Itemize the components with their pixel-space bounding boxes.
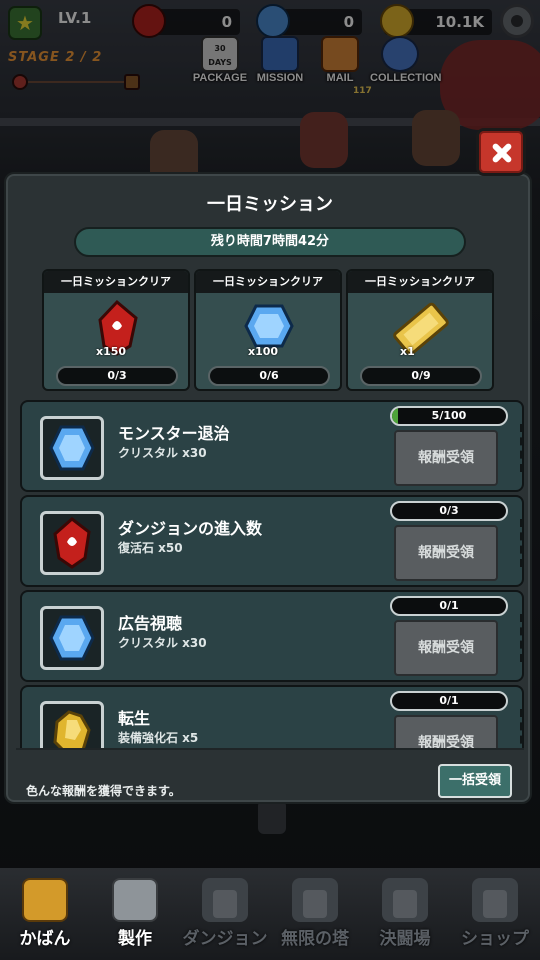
mission-name: モンスター退治 — [118, 424, 230, 443]
bonus-qty: x150 — [96, 345, 127, 358]
lock-icon — [393, 890, 417, 918]
mission-name: 広告視聴 — [118, 614, 183, 633]
mission-progress: 0/3 — [390, 501, 508, 521]
bonus-header: 一日ミッションクリア — [44, 271, 188, 293]
lock-icon — [483, 890, 507, 918]
bag-icon — [22, 878, 68, 922]
claim-reward-button[interactable]: 報酬受領 — [394, 430, 498, 486]
crystal-icon — [49, 425, 95, 471]
mission-reward-slot — [40, 701, 104, 748]
bottom-nav: かばん 製作 ダンジョン 無限の塔 決闘場 ショップ — [0, 866, 540, 960]
nav-craft[interactable]: 製作 — [90, 868, 180, 960]
mission-name: ダンジョンの進入数 — [118, 519, 263, 538]
bonus-header: 一日ミッションクリア — [196, 271, 340, 293]
divider — [16, 748, 524, 750]
bonus-reward-box[interactable]: 一日ミッションクリア x150 0/3 — [42, 269, 190, 391]
mission-reward-slot — [40, 511, 104, 575]
crystal-icon — [49, 615, 95, 661]
mission-progress: 0/1 — [390, 596, 508, 616]
gold-ore-icon — [53, 710, 91, 748]
claim-all-button[interactable]: 一括受領 — [438, 764, 512, 798]
nav-bag[interactable]: かばん — [0, 868, 90, 960]
bonus-reward-box[interactable]: 一日ミッションクリア x1 0/9 — [346, 269, 494, 391]
close-icon[interactable] — [476, 128, 526, 176]
footer-hint: 色んな報酬を獲得できます。 — [26, 784, 181, 798]
nav-dungeon[interactable]: ダンジョン — [180, 868, 270, 960]
bonus-progress: 0/3 — [56, 366, 178, 386]
mission-list[interactable]: モンスター退治 クリスタル x30 5/100 報酬受領 ダンジョンの進入数 復… — [6, 400, 534, 748]
nav-label: ダンジョン — [182, 929, 268, 949]
hammer-wrench-icon — [112, 878, 158, 922]
dialog-title: 一日ミッション — [207, 194, 333, 215]
nav-infinite-tower[interactable]: 無限の塔 — [270, 868, 360, 960]
mission-row: ダンジョンの進入数 復活石 x50 0/3 報酬受領 — [20, 495, 524, 587]
card-edge-notch — [516, 614, 524, 662]
mission-progress-text: 0/3 — [439, 504, 459, 517]
red-gem-icon — [53, 517, 91, 569]
mission-reward: 復活石 x50 — [118, 541, 183, 555]
nav-shop[interactable]: ショップ — [450, 868, 540, 960]
bonus-item — [358, 296, 484, 362]
mission-reward: クリスタル x30 — [118, 636, 207, 650]
bonus-qty: x1 — [400, 345, 415, 358]
bonus-reward-box[interactable]: 一日ミッションクリア x100 0/6 — [194, 269, 342, 391]
bonus-header: 一日ミッションクリア — [348, 271, 492, 293]
lock-icon — [303, 890, 327, 918]
nav-label: 製作 — [118, 929, 152, 949]
mission-row: 広告視聴 クリスタル x30 0/1 報酬受領 — [20, 590, 524, 682]
nav-label: ショップ — [461, 929, 529, 949]
golden-ticket-icon — [393, 302, 449, 356]
mission-reward-slot — [40, 416, 104, 480]
bonus-qty: x100 — [248, 345, 279, 358]
claim-reward-button[interactable]: 報酬受領 — [394, 715, 498, 748]
bonus-progress: 0/9 — [360, 366, 482, 386]
mission-progress-text: 0/1 — [439, 599, 459, 612]
nav-label: 無限の塔 — [281, 929, 349, 949]
claim-reward-button[interactable]: 報酬受領 — [394, 620, 498, 676]
nav-label: かばん — [19, 929, 71, 949]
mission-reward-slot — [40, 606, 104, 670]
card-edge-notch — [516, 424, 524, 472]
mission-progress-text: 0/1 — [439, 694, 459, 707]
mission-progress: 0/1 — [390, 691, 508, 711]
daily-mission-dialog: 一日ミッション 残り時間7時間42分 一日ミッションクリア x150 0/3 一… — [4, 172, 532, 804]
mission-reward: クリスタル x30 — [118, 446, 207, 460]
mission-progress-text: 5/100 — [431, 409, 467, 422]
card-edge-notch — [516, 519, 524, 567]
claim-reward-button[interactable]: 報酬受領 — [394, 525, 498, 581]
nav-arena[interactable]: 決闘場 — [360, 868, 450, 960]
mission-name: 転生 — [118, 709, 151, 728]
nav-label: 決闘場 — [379, 929, 431, 949]
lock-icon — [213, 890, 237, 918]
time-remaining-bar: 残り時間7時間42分 — [74, 227, 466, 257]
mission-progress-fill — [392, 408, 398, 424]
bonus-progress: 0/6 — [208, 366, 330, 386]
mission-row: モンスター退治 クリスタル x30 5/100 報酬受領 — [20, 400, 524, 492]
mission-progress: 5/100 — [390, 406, 508, 426]
game-screen: ★ LV.1 0 0 10.1K STAGE 2 / 2 30 DAYS PAC… — [0, 0, 540, 960]
card-edge-notch — [516, 709, 524, 748]
mission-reward: 装備強化石 x5 — [118, 731, 199, 745]
mission-row: 転生 装備強化石 x5 0/1 報酬受領 — [20, 685, 524, 748]
